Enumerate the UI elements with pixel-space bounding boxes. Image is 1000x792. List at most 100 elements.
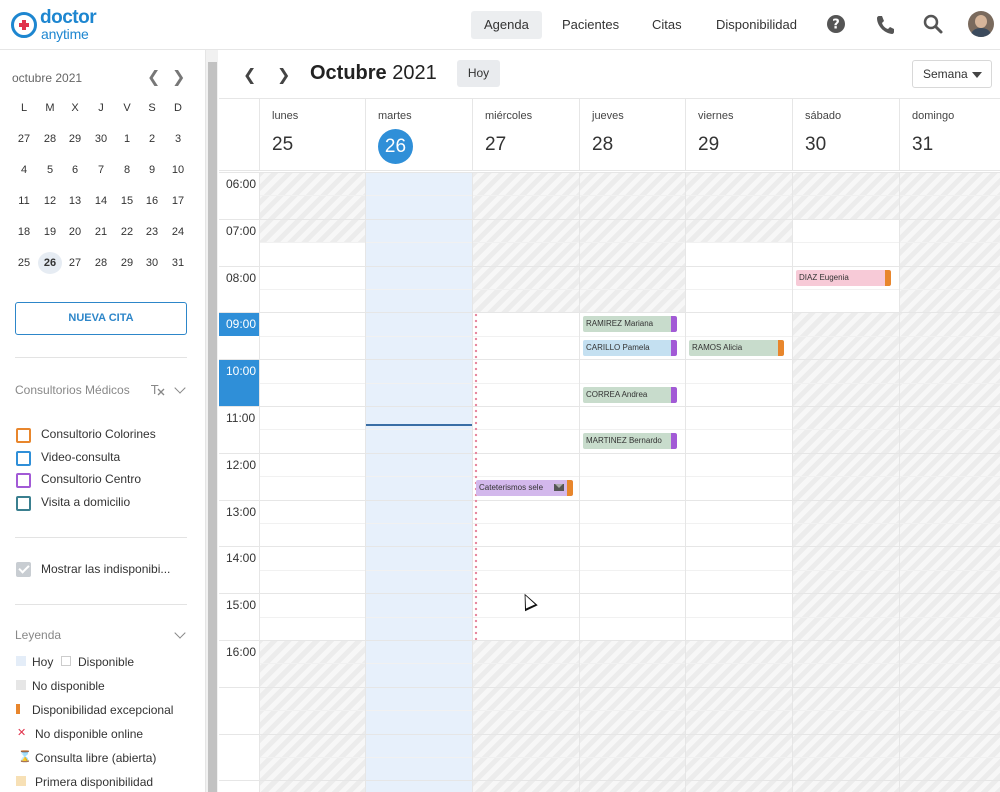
minical-day-today[interactable]: 26	[38, 252, 62, 274]
hour-gridline	[219, 359, 1000, 361]
consultorio-checkbox[interactable]	[16, 473, 31, 488]
minical-day[interactable]: 11	[12, 190, 36, 212]
minical-day[interactable]: 23	[140, 221, 164, 243]
phone-icon[interactable]	[874, 13, 896, 35]
divider	[15, 357, 187, 358]
minical-day[interactable]: 27	[63, 252, 87, 274]
minical-day[interactable]: 21	[89, 221, 113, 243]
minical-day[interactable]: 18	[12, 221, 36, 243]
minical-day[interactable]: 30	[89, 128, 113, 150]
day-header-martes[interactable]: martes 26	[365, 99, 472, 171]
consultorio-label: Visita a domicilio	[41, 495, 131, 509]
day-name: viernes	[698, 110, 734, 122]
new-appointment-button[interactable]: NUEVA CITA	[15, 302, 187, 335]
nav-pacientes[interactable]: Pacientes	[549, 11, 632, 39]
minical-day[interactable]: 1	[115, 128, 139, 150]
day-header-row: lunes 25 martes 26 miércoles 27 jueves 28 vierne…	[219, 98, 1000, 171]
day-name: jueves	[592, 110, 624, 122]
minical-day[interactable]: 13	[63, 190, 87, 212]
minical-day[interactable]: 31	[166, 252, 190, 274]
legend-today-swatch	[16, 656, 26, 666]
minical-prev-icon[interactable]: ❮	[147, 67, 160, 87]
minical-day[interactable]: 22	[115, 221, 139, 243]
next-week-icon[interactable]: ❯	[277, 65, 290, 85]
minical-day[interactable]: 28	[38, 128, 62, 150]
minical-day[interactable]: 7	[89, 159, 113, 181]
hour-gridline	[219, 265, 1000, 267]
minical-day[interactable]: 19	[38, 221, 62, 243]
hour-gridline	[259, 710, 1000, 712]
legend-collapse-icon[interactable]	[174, 627, 186, 639]
consultorio-checkbox[interactable]	[16, 428, 31, 443]
legend-no-online-icon: ✕	[17, 727, 27, 739]
day-header-lunes[interactable]: lunes 25	[259, 99, 365, 171]
legend-title: Leyenda	[15, 628, 62, 642]
minical-weekday: M	[45, 102, 55, 114]
minical-day[interactable]: 29	[115, 252, 139, 274]
today-button[interactable]: Hoy	[457, 60, 500, 87]
time-label: 15:00	[226, 598, 257, 613]
minical-day[interactable]: 8	[115, 159, 139, 181]
show-unavailable-checkbox[interactable]	[16, 562, 31, 577]
appointment-event[interactable]: RAMOS Alicia	[689, 339, 784, 356]
sidebar-scrollbar-thumb[interactable]	[208, 62, 217, 792]
minical-day[interactable]: 17	[166, 190, 190, 212]
minical-day[interactable]: 20	[63, 221, 87, 243]
appointment-event[interactable]: MARTINEZ Bernardo	[583, 433, 677, 450]
nav-citas[interactable]: Citas	[639, 11, 695, 39]
appointment-event[interactable]: CARILLO Pamela	[583, 339, 677, 356]
consultorio-checkbox[interactable]	[16, 451, 31, 466]
consultorios-collapse-icon[interactable]	[174, 382, 186, 394]
minical-day[interactable]: 9	[140, 159, 164, 181]
minical-day[interactable]: 12	[38, 190, 62, 212]
appointment-event[interactable]: CORREA Andrea	[583, 386, 677, 403]
nav-disponibilidad[interactable]: Disponibilidad	[703, 11, 810, 39]
legend-available: Disponible	[78, 655, 135, 669]
minical-day[interactable]: 29	[63, 128, 87, 150]
minical-day[interactable]: 3	[166, 128, 190, 150]
day-gridline	[579, 172, 580, 792]
divider	[15, 537, 187, 538]
day-header-viernes[interactable]: viernes 29	[685, 99, 792, 171]
minical-day[interactable]: 25	[12, 252, 36, 274]
search-icon[interactable]	[922, 13, 944, 35]
minical-day[interactable]: 28	[89, 252, 113, 274]
minical-day[interactable]: 30	[140, 252, 164, 274]
clear-filter-icon[interactable]: T	[151, 383, 165, 396]
day-header-jueves[interactable]: jueves 28	[579, 99, 685, 171]
calendar: ❮ ❯ Octubre 2021 Hoy Semana lunes 25 marte…	[219, 50, 1000, 792]
minical-day[interactable]: 16	[140, 190, 164, 212]
minical-day[interactable]: 27	[12, 128, 36, 150]
doctoranytime-logo[interactable]: doctor anytime	[11, 7, 111, 43]
minical-day[interactable]: 24	[166, 221, 190, 243]
minical-day[interactable]: 2	[140, 128, 164, 150]
minical-day[interactable]: 15	[115, 190, 139, 212]
week-grid[interactable]: 06:00 07:00 08:00 09:00 10:00 11:00 12:00 13:00…	[219, 172, 1000, 792]
view-select[interactable]: Semana	[912, 60, 992, 88]
minical-next-icon[interactable]: ❯	[172, 67, 185, 87]
minical-day[interactable]: 5	[38, 159, 62, 181]
day-header-miércoles[interactable]: miércoles 27	[472, 99, 579, 171]
hour-gridline	[259, 242, 1000, 244]
nav-agenda[interactable]: Agenda	[471, 11, 542, 39]
user-avatar[interactable]	[968, 11, 994, 37]
no-online-marker	[473, 312, 479, 640]
minical-day[interactable]: 14	[89, 190, 113, 212]
day-header-domingo[interactable]: domingo 31	[899, 99, 1000, 171]
day-gridline	[792, 172, 793, 792]
appointment-event[interactable]: Cateterismos sele	[476, 480, 573, 497]
minical-day[interactable]: 4	[12, 159, 36, 181]
day-header-sábado[interactable]: sábado 30	[792, 99, 899, 171]
help-icon[interactable]: ?	[825, 13, 847, 35]
hour-gridline	[219, 218, 1000, 220]
time-label: 09:00	[219, 313, 259, 337]
prev-week-icon[interactable]: ❮	[243, 65, 256, 85]
appointment-event[interactable]: RAMIREZ Mariana	[583, 316, 677, 333]
minical-day[interactable]: 10	[166, 159, 190, 181]
consultorio-checkbox[interactable]	[16, 496, 31, 511]
minical-day[interactable]: 6	[63, 159, 87, 181]
appointment-event[interactable]: DIAZ Eugenia	[796, 269, 891, 286]
legend-unavailable: No disponible	[32, 679, 105, 693]
sidebar-scrollbar[interactable]	[205, 50, 218, 792]
mail-icon	[554, 484, 564, 492]
